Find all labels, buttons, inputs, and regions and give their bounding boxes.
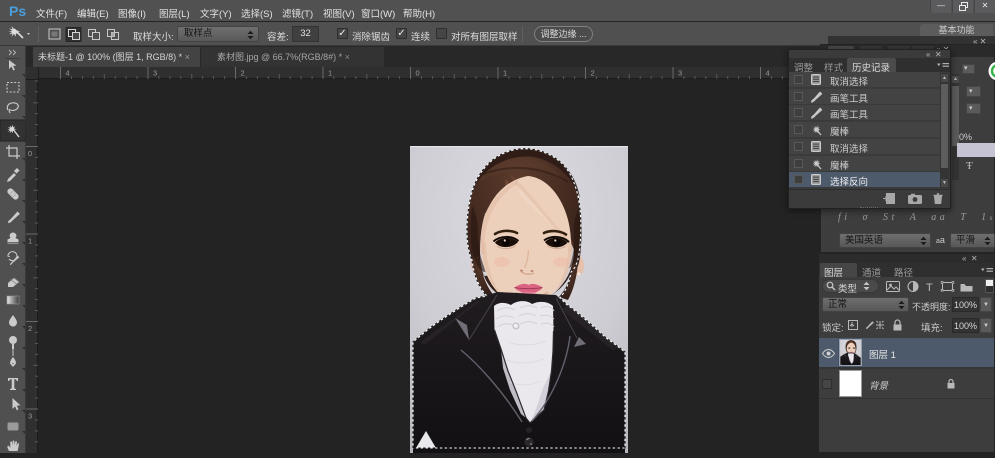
svg-text:1: 1 (328, 69, 332, 78)
svg-text:1: 1 (503, 69, 507, 78)
svg-text:4: 4 (66, 69, 70, 78)
svg-text:0: 0 (28, 149, 32, 158)
svg-text:0: 0 (416, 69, 420, 78)
svg-text:2: 2 (591, 69, 595, 78)
svg-text:3: 3 (153, 69, 157, 78)
svg-text:T: T (926, 282, 933, 293)
svg-text:3: 3 (28, 412, 32, 421)
svg-text:2: 2 (241, 69, 245, 78)
svg-text:2: 2 (28, 324, 32, 333)
svg-text:4: 4 (766, 69, 770, 78)
svg-text:1: 1 (28, 237, 32, 246)
svg-text:3: 3 (678, 69, 682, 78)
